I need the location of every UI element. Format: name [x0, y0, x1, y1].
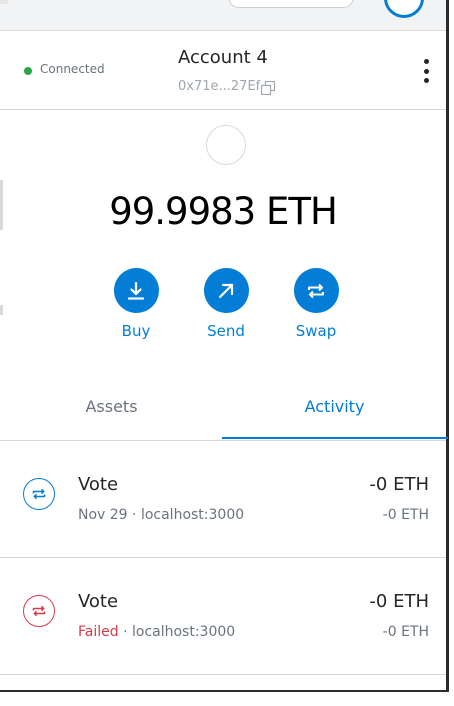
activity-list-item[interactable]: Vote Failed · localhost:3000 -0 ETH -0 E…	[0, 558, 446, 675]
swap-arrows-icon	[293, 268, 339, 313]
account-name: Account 4	[178, 47, 268, 68]
swap-button[interactable]: Swap	[281, 268, 351, 340]
activity-title: Vote	[78, 591, 119, 612]
activity-subtitle: Failed · localhost:3000	[78, 624, 235, 640]
download-icon	[113, 268, 159, 313]
swap-arrows-icon	[23, 478, 55, 510]
activity-separator: ·	[127, 507, 141, 523]
activity-subtitle: Nov 29 · localhost:3000	[78, 507, 244, 523]
swap-arrows-icon	[23, 595, 55, 627]
send-button[interactable]: Send	[191, 268, 261, 340]
activity-amount-primary: -0 ETH	[369, 591, 429, 612]
account-header: Connected Account 4 0x71e...27Ef	[0, 31, 446, 110]
asset-activity-tabs: Assets Activity	[0, 376, 448, 441]
activity-list-item[interactable]: Vote Nov 29 · localhost:3000 -0 ETH -0 E…	[0, 441, 446, 558]
activity-amount-secondary: -0 ETH	[382, 624, 429, 640]
connected-status-label[interactable]: Connected	[40, 62, 105, 76]
browser-top-strip	[0, 0, 446, 31]
activity-amount-secondary: -0 ETH	[382, 507, 429, 523]
left-gutter-mark	[0, 305, 3, 315]
activity-status-failed: Failed	[78, 624, 119, 640]
popup-bottom-border	[0, 690, 449, 692]
tab-activity[interactable]: Activity	[223, 376, 446, 438]
send-button-label: Send	[207, 322, 245, 340]
activity-date: Nov 29	[78, 507, 128, 523]
activity-origin: localhost:3000	[140, 507, 245, 523]
tab-assets[interactable]: Assets	[0, 376, 223, 438]
buy-button[interactable]: Buy	[101, 268, 171, 340]
account-options-menu-icon[interactable]	[419, 59, 433, 83]
account-avatar[interactable]	[384, 0, 424, 18]
activity-title: Vote	[78, 474, 119, 495]
balance-amount: 99.9983 ETH	[109, 190, 338, 233]
network-selector-pill[interactable]	[228, 0, 354, 8]
top-strip-mark	[0, 0, 8, 4]
arrow-up-right-icon	[203, 268, 249, 313]
account-address[interactable]: 0x71e...27Ef	[178, 79, 260, 94]
active-tab-indicator	[222, 437, 448, 439]
account-identicon	[206, 125, 246, 165]
copy-icon[interactable]	[261, 81, 275, 95]
activity-separator: ·	[118, 624, 132, 640]
activity-amount-primary: -0 ETH	[369, 474, 429, 495]
swap-button-label: Swap	[295, 322, 337, 340]
buy-button-label: Buy	[121, 322, 151, 340]
popup-right-border	[446, 0, 449, 692]
connected-status-dot	[24, 67, 32, 75]
activity-origin: localhost:3000	[132, 624, 236, 640]
